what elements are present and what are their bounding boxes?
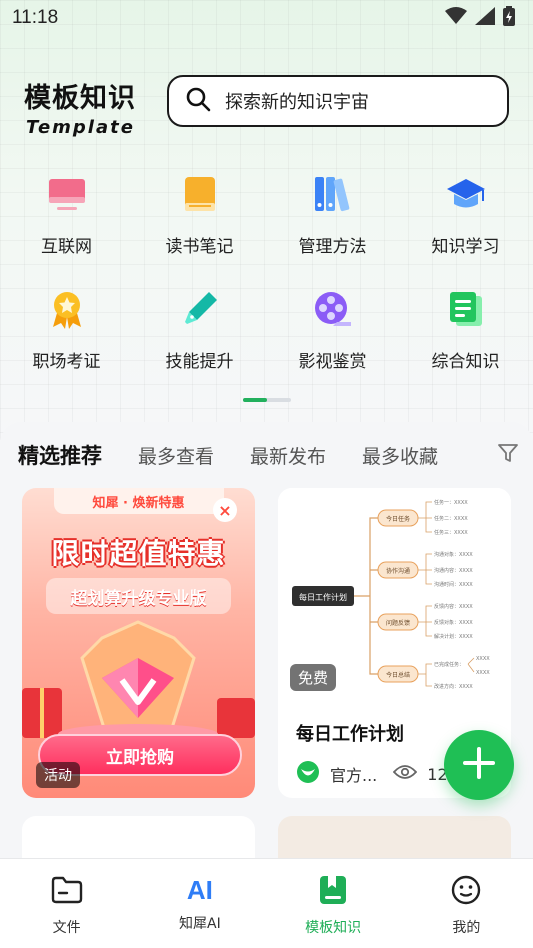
category-skills[interactable]: 技能提升 <box>133 287 266 372</box>
diamond-crown-illustration <box>22 620 255 744</box>
tab-featured[interactable]: 精选推荐 <box>18 440 112 470</box>
status-bar: 11:18 <box>0 0 533 36</box>
ai-icon: AI <box>186 875 213 905</box>
category-label: 影视鉴赏 <box>298 352 367 372</box>
nav-ai[interactable]: AI 知犀AI <box>133 859 266 948</box>
mindmap-leaf: 任务一：XXXX <box>434 499 468 506</box>
nav-profile[interactable]: 我的 <box>400 859 533 948</box>
filter-icon[interactable] <box>497 442 519 468</box>
promo-subtitle: 超划算升级专业版 <box>46 578 231 614</box>
binders-icon <box>311 172 355 216</box>
nav-label: 知犀AI <box>179 916 221 932</box>
mindmap-leaf: XXXX <box>476 670 490 676</box>
category-management[interactable]: 管理方法 <box>266 172 399 257</box>
close-icon[interactable]: × <box>213 498 237 522</box>
tab-bar: 精选推荐 最多查看 最新发布 最多收藏 <box>18 440 519 470</box>
graduation-cap-icon <box>444 172 488 216</box>
category-label: 技能提升 <box>165 352 234 372</box>
category-label: 知识学习 <box>431 237 500 257</box>
brand-logo: 模板知识 Template <box>24 76 136 138</box>
nav-label: 文件 <box>52 920 81 936</box>
nav-label: 模板知识 <box>305 920 362 936</box>
free-tag: 免费 <box>290 664 337 691</box>
status-time: 11:18 <box>12 7 59 28</box>
monitor-icon <box>45 172 89 216</box>
mindmap-leaf: 沟通对象：XXXX <box>434 551 473 558</box>
battery-icon <box>503 6 515 30</box>
author-name: 官方... <box>330 766 378 785</box>
category-general[interactable]: 综合知识 <box>399 287 532 372</box>
search-input[interactable]: 探索新的知识宇宙 <box>167 75 509 127</box>
category-learning[interactable]: 知识学习 <box>399 172 532 257</box>
brand-subtitle: Template <box>26 117 135 138</box>
nav-files[interactable]: 文件 <box>0 859 133 948</box>
tab-most-viewed[interactable]: 最多查看 <box>138 442 214 469</box>
category-certification[interactable]: 职场考证 <box>0 287 133 372</box>
tab-newest[interactable]: 最新发布 <box>250 442 326 469</box>
category-label: 互联网 <box>41 237 92 257</box>
book-icon <box>178 172 222 216</box>
mindmap-root: 每日工作计划 <box>299 592 347 602</box>
eye-icon <box>393 764 418 784</box>
mindmap-leaf: 任务二：XXXX <box>434 515 468 522</box>
folder-icon <box>51 875 83 909</box>
plus-icon <box>462 746 496 784</box>
mindmap-leaf: 解决计划：XXXX <box>434 633 473 640</box>
mindmap-branch: 今日总结 <box>386 671 410 679</box>
category-label: 综合知识 <box>431 352 500 372</box>
promo-card[interactable]: 知犀 · 焕新特惠 × 限时超值特惠 超划算升级专业版 立即抢购 活动 <box>22 488 255 798</box>
tab-label: 精选推荐 <box>18 444 102 468</box>
brand-title: 模板知识 <box>24 83 136 114</box>
category-label: 读书笔记 <box>165 237 234 257</box>
mindmap-leaf: 沟通时间：XXXX <box>434 581 473 588</box>
activity-tag: 活动 <box>36 762 80 788</box>
mindmap-leaf: 已完成任务： <box>434 661 464 668</box>
tab-most-favorited[interactable]: 最多收藏 <box>362 442 438 469</box>
wifi-icon <box>445 7 467 29</box>
signal-icon <box>475 7 495 29</box>
template-meta: 官方... 12 <box>296 760 448 788</box>
mindmap-leaf: 沟通内容：XXXX <box>434 567 473 574</box>
promo-top-label: 知犀 · 焕新特惠 <box>53 488 224 514</box>
category-label: 职场考证 <box>32 352 101 372</box>
status-icons <box>445 6 515 30</box>
smiley-face-icon <box>451 875 481 909</box>
mindmap-branch: 协作沟通 <box>386 567 410 575</box>
mindmap-leaf: 反馈内容：XXXX <box>434 603 473 610</box>
mindmap-leaf: XXXX <box>476 656 490 662</box>
mindmap-branch: 今日任务 <box>386 515 410 523</box>
mindmap-leaf: 改进方向：XXXX <box>434 683 473 690</box>
document-icon <box>444 287 488 331</box>
content-panel: 精选推荐 最多查看 最新发布 最多收藏 知犀 · 焕新特惠 × 限时超值特惠 超… <box>0 422 533 876</box>
film-reel-icon <box>311 287 355 331</box>
nav-templates[interactable]: 模板知识 <box>267 859 400 948</box>
mindmap-branch: 问题反馈 <box>386 619 410 627</box>
pen-nib-icon <box>178 287 222 331</box>
bookmark-book-icon <box>319 875 347 909</box>
category-label: 管理方法 <box>298 237 367 257</box>
page-indicator <box>243 398 291 402</box>
page-indicator-active <box>243 398 267 402</box>
author-avatar-icon <box>296 760 320 788</box>
template-title: 每日工作计划 <box>296 724 404 745</box>
promo-title: 限时超值特惠 <box>51 537 226 570</box>
category-internet[interactable]: 互联网 <box>0 172 133 257</box>
award-medal-icon <box>45 287 89 331</box>
search-icon <box>185 86 211 116</box>
search-placeholder: 探索新的知识宇宙 <box>225 92 369 113</box>
add-button[interactable] <box>444 730 514 800</box>
mindmap-leaf: 反馈对象：XXXX <box>434 619 473 626</box>
mindmap-leaf: 任务三：XXXX <box>434 529 468 536</box>
bottom-nav: 文件 AI 知犀AI 模板知识 我的 <box>0 858 533 948</box>
category-grid: 互联网 读书笔记 管理方法 知识学习 职场考证 技能提升 影视鉴赏 综合知识 <box>0 172 533 372</box>
nav-label: 我的 <box>452 920 481 936</box>
category-film[interactable]: 影视鉴赏 <box>266 287 399 372</box>
category-reading-notes[interactable]: 读书笔记 <box>133 172 266 257</box>
